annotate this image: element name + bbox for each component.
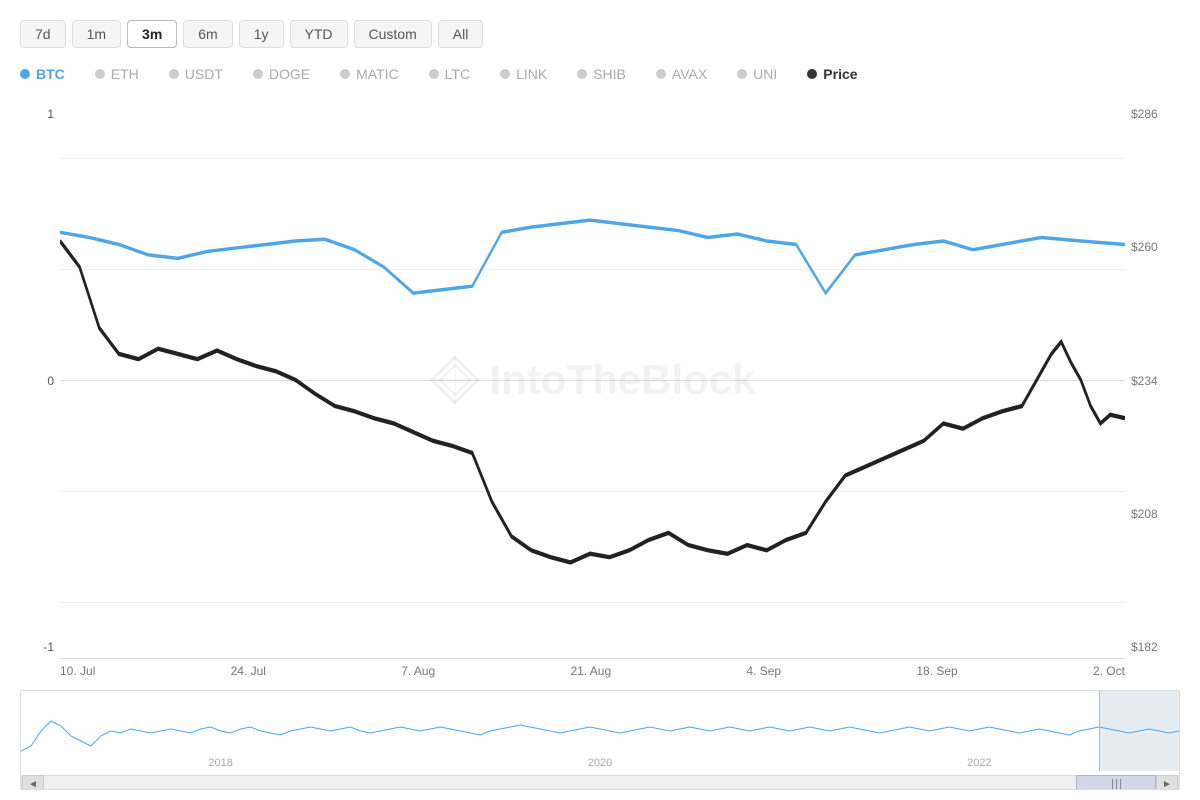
x-axis-label: 24. Jul [231, 664, 266, 678]
legend-dot-shib [577, 69, 587, 79]
scrollbar-right-btn[interactable]: ► [1156, 775, 1178, 790]
legend-item-shib[interactable]: SHIB [577, 66, 626, 82]
legend-label-usdt: USDT [185, 66, 223, 82]
legend-dot-btc [20, 69, 30, 79]
legend-dot-usdt [169, 69, 179, 79]
legend-label-avax: AVAX [672, 66, 707, 82]
legend-label-link: LINK [516, 66, 547, 82]
time-btn-1m[interactable]: 1m [72, 20, 121, 48]
scrollbar-handle-line-1 [1112, 779, 1113, 789]
navigator-year-label: 2022 [967, 757, 991, 769]
legend-label-btc: BTC [36, 66, 65, 82]
x-axis-label: 18. Sep [916, 664, 957, 678]
legend-dot-price [807, 69, 817, 79]
y-axis-left-label: 0 [20, 374, 54, 388]
legend-label-uni: UNI [753, 66, 777, 82]
legend-label-eth: ETH [111, 66, 139, 82]
time-btn-ytd[interactable]: YTD [290, 20, 348, 48]
y-axis-right-label: $182 [1131, 640, 1180, 654]
legend-label-ltc: LTC [445, 66, 470, 82]
legend-dot-link [500, 69, 510, 79]
scrollbar-handle-line-2 [1116, 779, 1117, 789]
legend-row: LINK SHIB AVAX UNI Price [500, 66, 857, 82]
legend-item-link[interactable]: LINK [500, 66, 547, 82]
legend-dot-doge [253, 69, 263, 79]
legend-dot-eth [95, 69, 105, 79]
time-btn-1y[interactable]: 1y [239, 20, 284, 48]
main-chart: IntoTheBlock [60, 102, 1125, 659]
scrollbar-left-btn[interactable]: ◄ [22, 775, 44, 790]
y-axis-right-label: $234 [1131, 374, 1180, 388]
scrollbar-thumb[interactable] [1076, 775, 1156, 790]
x-axis-label: 4. Sep [746, 664, 781, 678]
y-axis-left-label: 1 [20, 107, 54, 121]
legend-item-price[interactable]: Price [807, 66, 857, 82]
y-axis-right: $286 $260 $234 $208 $182 [1125, 102, 1180, 659]
legend-dot-ltc [429, 69, 439, 79]
y-axis-right-label: $260 [1131, 240, 1180, 254]
legend-item-usdt[interactable]: USDT [169, 66, 223, 82]
main-container: 7d1m3m6m1yYTDCustomAll BTC ETH USDT DOGE MAT… [0, 0, 1200, 800]
legend-item-doge[interactable]: DOGE [253, 66, 310, 82]
time-range-selector: 7d1m3m6m1yYTDCustomAll [20, 20, 1180, 48]
legend-item-ltc[interactable]: LTC [429, 66, 470, 82]
navigator-inner: 2018 2020 2022 [21, 691, 1179, 771]
time-btn-6m[interactable]: 6m [183, 20, 232, 48]
time-btn-all[interactable]: All [438, 20, 484, 48]
legend-item-btc[interactable]: BTC [20, 66, 65, 82]
chart-legend: BTCETHUSDTDOGEMATICLTCLINKSHIBAVAXUNIPri… [20, 66, 720, 82]
x-axis-label: 10. Jul [60, 664, 95, 678]
legend-dot-uni [737, 69, 747, 79]
time-btn-7d[interactable]: 7d [20, 20, 66, 48]
legend-dot-matic [340, 69, 350, 79]
y-axis-right-label: $208 [1131, 507, 1180, 521]
scrollbar-track: ◄ ► [21, 775, 1179, 790]
navigator[interactable]: 2018 2020 2022 ◄ ► [20, 690, 1180, 790]
navigator-year-label: 2020 [588, 757, 612, 769]
legend-label-price: Price [823, 66, 857, 82]
time-btn-custom[interactable]: Custom [354, 20, 432, 48]
y-axis-right-label: $286 [1131, 107, 1180, 121]
y-axis-left: 1 0 -1 [20, 102, 60, 659]
time-btn-3m[interactable]: 3m [127, 20, 177, 48]
legend-label-matic: MATIC [356, 66, 399, 82]
navigator-years: 2018 2020 2022 [21, 755, 1179, 771]
legend-dot-avax [656, 69, 666, 79]
y-axis-left-label: -1 [20, 640, 54, 654]
chart-svg [60, 102, 1125, 658]
legend-row: BTC ETH USDT DOGE MATIC LTC [20, 66, 470, 82]
scrollbar-handle-line-3 [1120, 779, 1121, 789]
main-chart-wrapper: 1 0 -1 IntoTheBlock [20, 102, 1180, 659]
legend-item-matic[interactable]: MATIC [340, 66, 399, 82]
legend-item-uni[interactable]: UNI [737, 66, 777, 82]
x-axis: 10. Jul 24. Jul 7. Aug 21. Aug 4. Sep 18. Sep… [20, 659, 1180, 678]
legend-label-doge: DOGE [269, 66, 310, 82]
x-axis-label: 2. Oct [1093, 664, 1125, 678]
navigator-year-label: 2018 [208, 757, 232, 769]
scrollbar-area [44, 775, 1156, 790]
chart-section: 1 0 -1 IntoTheBlock [20, 102, 1180, 790]
legend-item-avax[interactable]: AVAX [656, 66, 707, 82]
legend-label-shib: SHIB [593, 66, 626, 82]
x-axis-label: 21. Aug [570, 664, 611, 678]
x-axis-label: 7. Aug [401, 664, 435, 678]
legend-item-eth[interactable]: ETH [95, 66, 139, 82]
